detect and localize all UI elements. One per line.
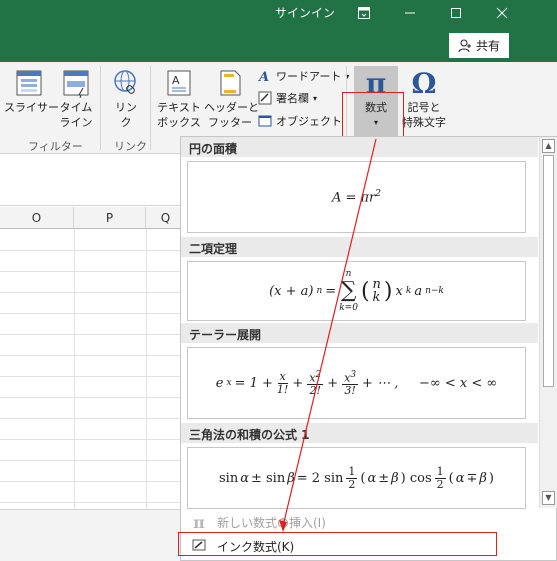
annotation-arrow [279, 138, 377, 532]
